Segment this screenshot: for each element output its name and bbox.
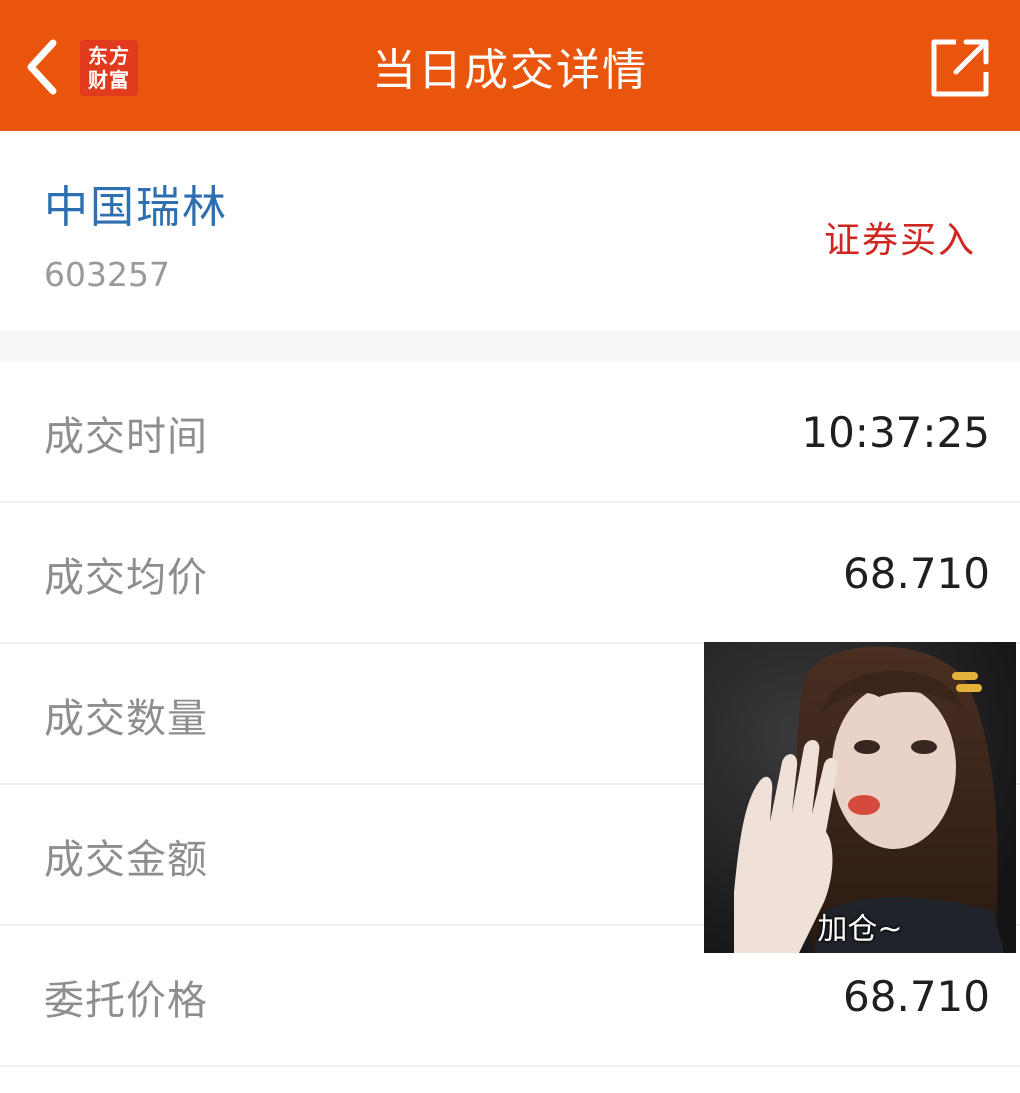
detail-value: 68.710 (843, 549, 990, 598)
sticker-caption: 加仓~ (817, 912, 903, 947)
detail-label: 委托价格 (44, 977, 208, 1024)
page-title: 当日成交详情 (372, 44, 648, 96)
trade-detail-page: 东方 财富 当日成交详情 中国瑞林 603257 证券买入 成交时间 10:37… (0, 0, 1020, 1093)
share-button[interactable] (924, 32, 996, 104)
trade-type-label: 证券买入 (823, 220, 976, 261)
stock-code: 603257 (44, 255, 170, 294)
stock-name: 中国瑞林 (44, 182, 228, 233)
detail-label: 成交均价 (44, 554, 208, 601)
top-nav-bar: 东方 财富 当日成交详情 (0, 0, 1020, 131)
detail-label: 成交金额 (44, 836, 208, 883)
section-divider (0, 331, 1020, 362)
meme-sticker-image: 加仓~ (704, 642, 1016, 953)
share-out-icon (931, 39, 989, 97)
detail-label: 成交时间 (44, 413, 208, 460)
stock-summary-card: 中国瑞林 603257 证券买入 (0, 131, 1020, 331)
detail-row-avg-price: 成交均价 68.710 (0, 503, 1020, 644)
detail-value: 10:37:25 (801, 408, 990, 457)
detail-label: 成交数量 (44, 695, 208, 742)
detail-row-trade-time: 成交时间 10:37:25 (0, 362, 1020, 503)
